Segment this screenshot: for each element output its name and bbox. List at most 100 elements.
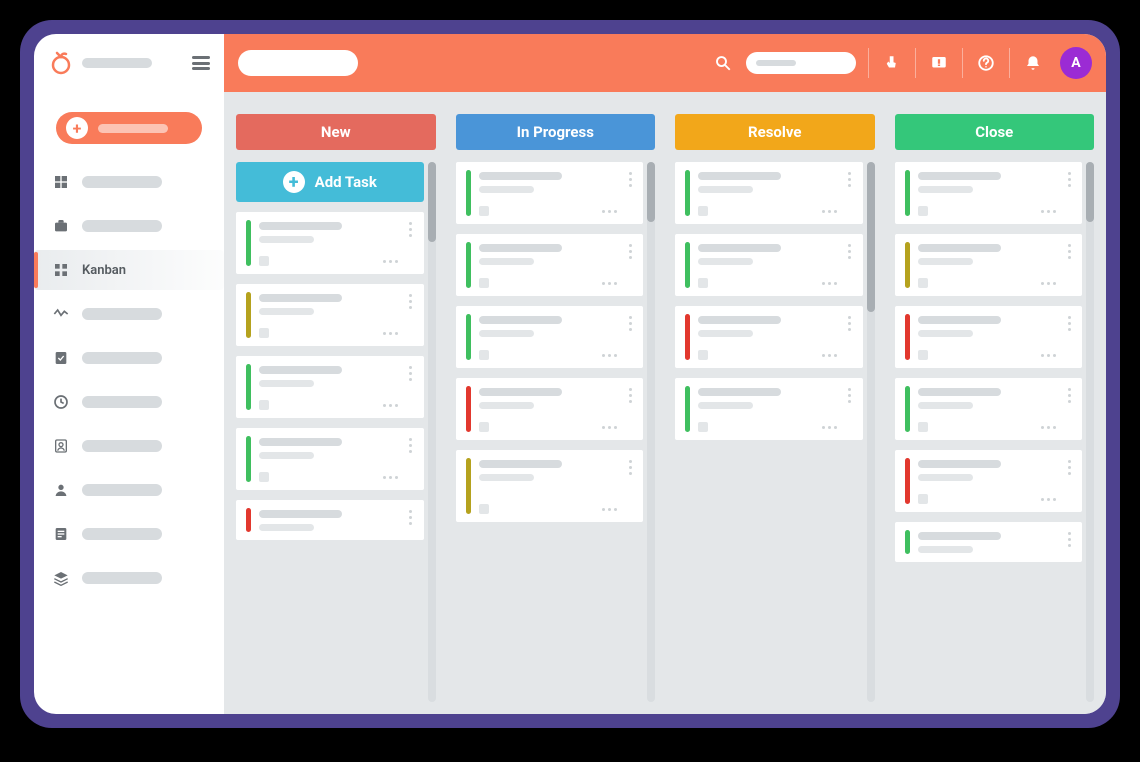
kanban-column-close: Close xyxy=(895,114,1095,702)
scrollbar-thumb[interactable] xyxy=(867,162,875,312)
task-card[interactable] xyxy=(236,284,424,346)
task-card[interactable] xyxy=(456,306,644,368)
card-more-icon[interactable] xyxy=(822,210,837,213)
card-menu-icon[interactable] xyxy=(845,242,855,288)
hamburger-icon[interactable] xyxy=(192,56,210,70)
announcement-icon[interactable] xyxy=(928,52,950,74)
card-more-icon[interactable] xyxy=(1041,282,1056,285)
task-card[interactable] xyxy=(675,234,863,296)
card-more-icon[interactable] xyxy=(822,426,837,429)
priority-stripe xyxy=(685,386,690,432)
task-card[interactable] xyxy=(675,162,863,224)
card-meta-icon xyxy=(918,350,928,360)
sidebar-item-layers[interactable] xyxy=(34,558,224,598)
task-card[interactable] xyxy=(456,162,644,224)
sidebar-item-kanban[interactable]: Kanban xyxy=(34,250,224,290)
card-more-icon[interactable] xyxy=(602,426,617,429)
scrollbar-thumb[interactable] xyxy=(647,162,655,222)
sidebar-item-users[interactable] xyxy=(34,470,224,510)
sidebar-item-projects[interactable] xyxy=(34,206,224,246)
sidebar-item-tasks[interactable] xyxy=(34,338,224,378)
card-menu-icon[interactable] xyxy=(625,242,635,288)
search-icon[interactable] xyxy=(712,52,734,74)
card-more-icon[interactable] xyxy=(1041,498,1056,501)
card-more-icon[interactable] xyxy=(602,508,617,511)
task-card[interactable] xyxy=(895,234,1083,296)
task-card[interactable] xyxy=(675,306,863,368)
task-card[interactable] xyxy=(236,500,424,540)
card-menu-icon[interactable] xyxy=(845,314,855,360)
card-menu-icon[interactable] xyxy=(845,170,855,216)
card-content xyxy=(479,170,618,216)
card-subtitle xyxy=(479,474,534,481)
card-menu-icon[interactable] xyxy=(406,364,416,410)
task-card[interactable] xyxy=(675,378,863,440)
task-card[interactable] xyxy=(456,234,644,296)
card-menu-icon[interactable] xyxy=(1064,458,1074,504)
task-card[interactable] xyxy=(895,522,1083,562)
card-menu-icon[interactable] xyxy=(406,436,416,482)
sidebar-item-dashboard[interactable] xyxy=(34,162,224,202)
sidebar-item-label xyxy=(82,396,162,408)
search-input[interactable] xyxy=(746,52,856,74)
card-more-icon[interactable] xyxy=(383,476,398,479)
task-card[interactable] xyxy=(236,212,424,274)
task-card[interactable] xyxy=(895,450,1083,512)
card-more-icon[interactable] xyxy=(1041,354,1056,357)
column-body xyxy=(675,162,875,702)
scrollbar-thumb[interactable] xyxy=(428,162,436,242)
card-more-icon[interactable] xyxy=(822,282,837,285)
sidebar-item-label: Kanban xyxy=(82,263,126,278)
card-menu-icon[interactable] xyxy=(1064,314,1074,360)
projects-icon xyxy=(52,217,70,235)
add-task-button[interactable]: +Add Task xyxy=(236,162,424,202)
scrollbar-thumb[interactable] xyxy=(1086,162,1094,222)
task-card[interactable] xyxy=(236,356,424,418)
task-card[interactable] xyxy=(895,378,1083,440)
card-more-icon[interactable] xyxy=(383,404,398,407)
column-header: In Progress xyxy=(456,114,656,150)
pointer-icon[interactable] xyxy=(881,52,903,74)
card-menu-icon[interactable] xyxy=(406,508,416,532)
card-more-icon[interactable] xyxy=(822,354,837,357)
card-menu-icon[interactable] xyxy=(845,386,855,432)
card-more-icon[interactable] xyxy=(602,210,617,213)
card-more-icon[interactable] xyxy=(1041,210,1056,213)
card-more-icon[interactable] xyxy=(1041,426,1056,429)
card-more-icon[interactable] xyxy=(383,332,398,335)
card-more-icon[interactable] xyxy=(602,282,617,285)
task-card[interactable] xyxy=(895,162,1083,224)
card-title xyxy=(479,388,562,396)
sidebar-item-contacts[interactable] xyxy=(34,426,224,466)
priority-stripe xyxy=(905,170,910,216)
card-menu-icon[interactable] xyxy=(1064,530,1074,554)
card-content xyxy=(698,170,837,216)
card-more-icon[interactable] xyxy=(383,260,398,263)
bell-icon[interactable] xyxy=(1022,52,1044,74)
card-menu-icon[interactable] xyxy=(625,314,635,360)
card-menu-icon[interactable] xyxy=(625,386,635,432)
sidebar-item-activity[interactable] xyxy=(34,294,224,334)
avatar[interactable]: A xyxy=(1060,47,1092,79)
sidebar-item-reports[interactable] xyxy=(34,514,224,554)
card-menu-icon[interactable] xyxy=(406,220,416,266)
task-card[interactable] xyxy=(456,450,644,522)
card-menu-icon[interactable] xyxy=(625,170,635,216)
task-card[interactable] xyxy=(236,428,424,490)
card-more-icon[interactable] xyxy=(602,354,617,357)
help-icon[interactable] xyxy=(975,52,997,74)
scrollbar-track xyxy=(1086,162,1094,702)
task-card[interactable] xyxy=(456,378,644,440)
card-menu-icon[interactable] xyxy=(1064,242,1074,288)
card-meta-icon xyxy=(918,206,928,216)
task-card[interactable] xyxy=(895,306,1083,368)
card-menu-icon[interactable] xyxy=(625,458,635,514)
card-menu-icon[interactable] xyxy=(1064,170,1074,216)
priority-stripe xyxy=(905,314,910,360)
card-menu-icon[interactable] xyxy=(406,292,416,338)
card-menu-icon[interactable] xyxy=(1064,386,1074,432)
users-icon xyxy=(52,481,70,499)
create-button[interactable]: + xyxy=(56,112,202,144)
sidebar-item-time[interactable] xyxy=(34,382,224,422)
plus-icon: + xyxy=(283,171,305,193)
